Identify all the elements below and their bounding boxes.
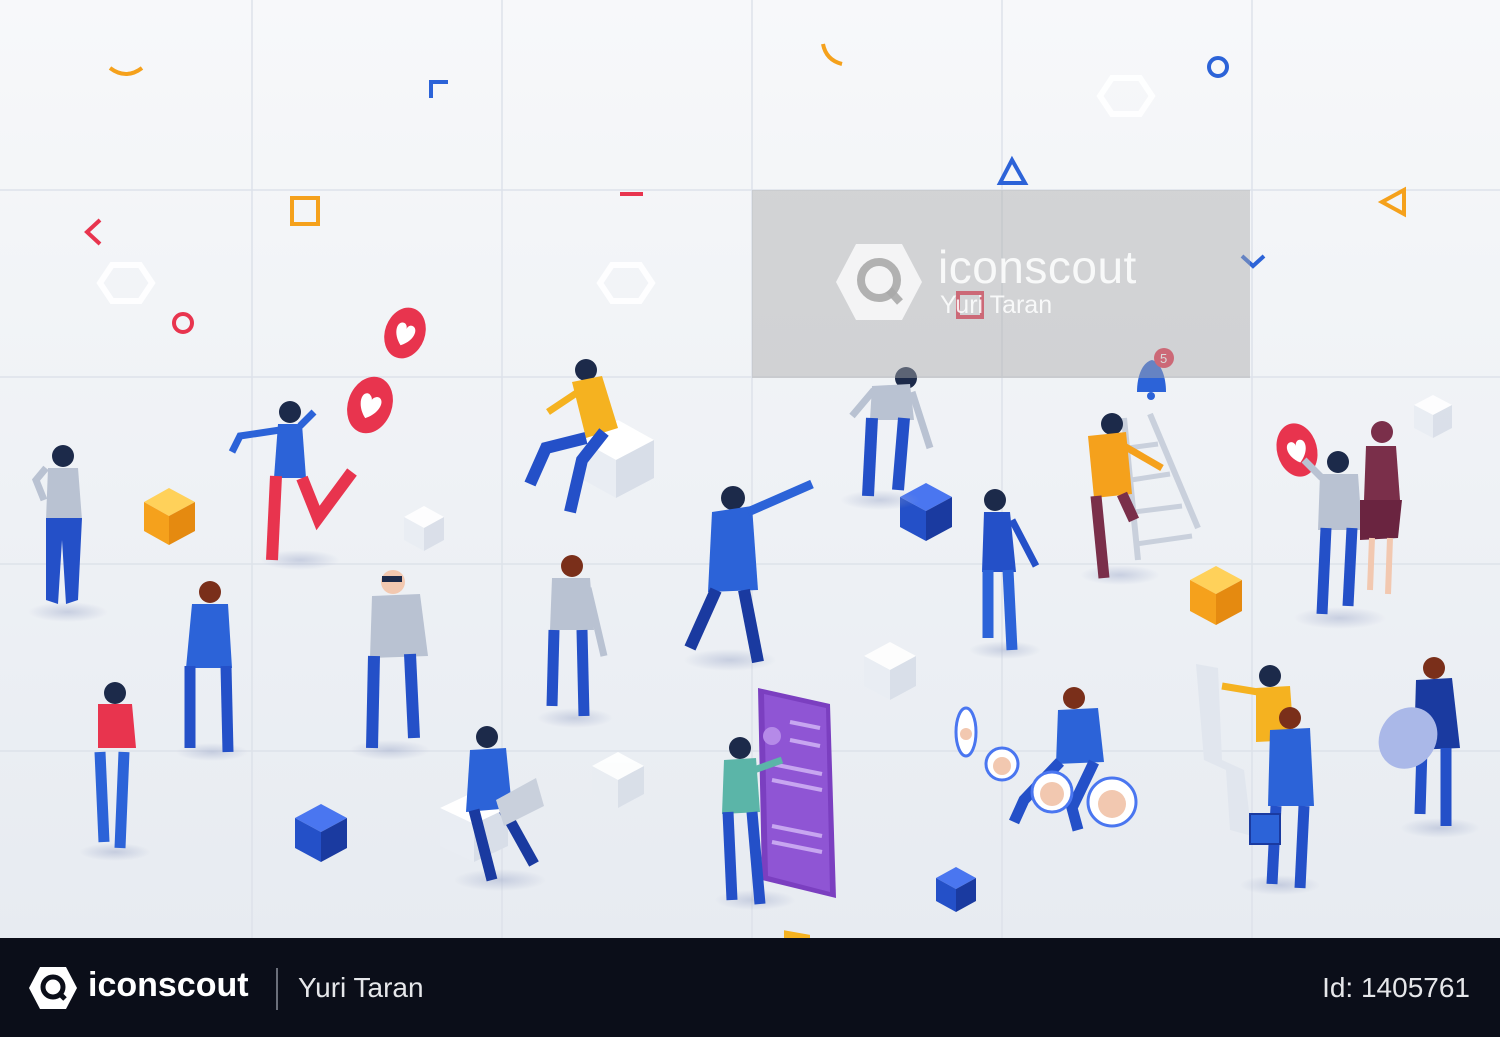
illustration-stage: 5 iconscout Yuri Taran xyxy=(0,0,1500,938)
square-shape xyxy=(290,196,320,226)
arc-shape xyxy=(821,43,843,66)
person-standing xyxy=(184,581,234,753)
triangle-shape xyxy=(1377,186,1406,218)
triangle-shape xyxy=(996,155,1029,185)
pale-cube xyxy=(592,752,644,808)
person-woman-confused xyxy=(94,682,136,849)
person-standing xyxy=(31,445,82,604)
person-standing xyxy=(546,555,608,717)
person-bending xyxy=(849,367,934,497)
orange-cube xyxy=(1190,566,1242,625)
corner-shape xyxy=(429,80,448,98)
person-standing xyxy=(982,489,1040,651)
person-bald xyxy=(366,570,428,749)
pale-cube xyxy=(1414,395,1452,438)
person-jumping xyxy=(228,401,357,561)
person-woman-heart xyxy=(1360,421,1402,595)
blue-cube xyxy=(936,867,976,912)
heart-icon xyxy=(384,307,426,359)
heart-icon xyxy=(347,376,393,434)
chevron-shape xyxy=(84,218,102,246)
person-pointing xyxy=(684,479,814,664)
ring-shape xyxy=(1207,56,1229,78)
watermark-brand: iconscout xyxy=(938,241,1137,293)
iconscout-logo xyxy=(29,967,77,1009)
ring-shape xyxy=(172,312,194,334)
blue-cube xyxy=(900,483,952,541)
footer-author: Yuri Taran xyxy=(298,972,424,1003)
arc-shape xyxy=(108,66,144,76)
person-climbing xyxy=(1088,413,1164,579)
person-man-heart xyxy=(1301,451,1362,615)
footer-divider xyxy=(276,968,278,1010)
blue-cube xyxy=(295,804,347,862)
ladder xyxy=(1121,412,1201,561)
pale-cube xyxy=(864,642,916,700)
pale-cube xyxy=(404,506,444,551)
footer-brand: iconscout xyxy=(88,966,249,1004)
person-holding-disk xyxy=(1378,657,1460,826)
orange-cube xyxy=(144,488,195,545)
iconscout-logo xyxy=(836,244,922,320)
footer-asset-id: Id: 1405761 xyxy=(1322,972,1470,1003)
isometric-people-illustration: 5 xyxy=(0,0,1500,938)
watermark-author: Yuri Taran xyxy=(940,291,1053,319)
